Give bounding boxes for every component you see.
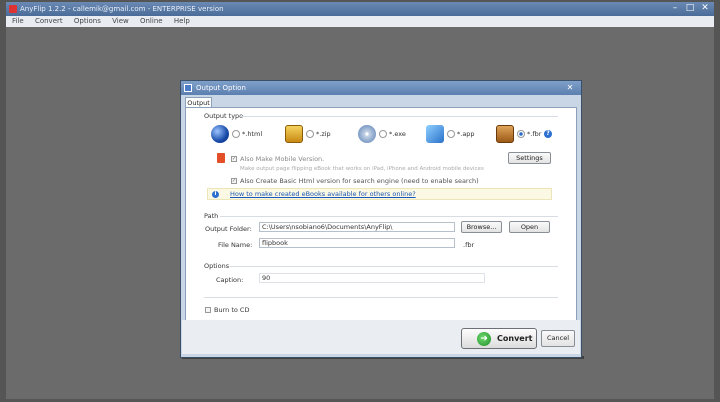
options-bottom-divider xyxy=(204,297,558,298)
app-titlebar: AnyFlip 1.2.2 - callemik@gmail.com - ENT… xyxy=(6,2,714,16)
basic-html-label: Also Create Basic Html version for searc… xyxy=(240,177,479,185)
book-icon xyxy=(496,125,514,143)
info-icon: i xyxy=(212,191,219,198)
exe-label: *.exe xyxy=(389,130,406,138)
radio-zip[interactable] xyxy=(306,130,314,138)
menu-bar: File Convert Options View Online Help xyxy=(6,16,714,27)
menu-convert[interactable]: Convert xyxy=(35,17,63,25)
cd-exe-icon xyxy=(358,125,376,143)
options-label: Options xyxy=(204,262,230,270)
convert-button[interactable]: ➜ Convert xyxy=(461,328,537,349)
html5-icon xyxy=(217,153,225,163)
radio-app[interactable] xyxy=(447,130,455,138)
menu-help[interactable]: Help xyxy=(174,17,190,25)
globe-icon xyxy=(211,125,229,143)
output-option-html[interactable]: *.html xyxy=(211,125,262,143)
file-extension: .fbr xyxy=(463,241,475,249)
menu-options[interactable]: Options xyxy=(74,17,101,25)
output-option-dialog: Output Option ✕ Output xyxy=(180,80,582,358)
html-label: *.html xyxy=(242,130,263,138)
burn-to-cd-label: Burn to CD xyxy=(214,306,250,314)
maximize-icon[interactable]: □ xyxy=(685,3,695,13)
caption-field[interactable]: 90 xyxy=(259,273,485,283)
path-divider xyxy=(220,216,558,217)
output-option-fbr[interactable]: *.fbr xyxy=(496,125,541,143)
radio-html[interactable] xyxy=(232,130,240,138)
mac-app-icon xyxy=(426,125,444,143)
radio-exe[interactable] xyxy=(379,130,387,138)
output-option-app[interactable]: *.app xyxy=(426,125,475,143)
window-controls: – □ ✕ xyxy=(670,3,710,13)
file-name-label: File Name: xyxy=(218,241,253,249)
output-option-zip[interactable]: *.zip xyxy=(285,125,331,143)
zip-label: *.zip xyxy=(316,130,331,138)
burn-to-cd-checkbox[interactable] xyxy=(205,307,211,313)
browse-button[interactable]: Browse... xyxy=(461,221,502,233)
dialog-titlebar: Output Option ✕ xyxy=(181,81,581,95)
mobile-version-hint: Make output page flipping eBook that wor… xyxy=(240,166,484,172)
path-label: Path xyxy=(204,212,219,220)
file-name-field[interactable]: flipbook xyxy=(259,238,455,248)
radio-fbr[interactable] xyxy=(517,130,525,138)
dialog-icon xyxy=(184,84,192,92)
info-bar: i How to make created eBooks available f… xyxy=(207,188,552,200)
dialog-title: Output Option xyxy=(196,84,246,92)
mobile-version-label: Also Make Mobile Version. xyxy=(240,155,325,163)
dialog-close-icon[interactable]: ✕ xyxy=(563,82,577,93)
close-icon[interactable]: ✕ xyxy=(700,3,710,13)
fbr-label: *.fbr xyxy=(527,130,542,138)
output-type-label: Output type xyxy=(204,112,244,120)
menu-file[interactable]: File xyxy=(12,17,24,25)
convert-arrow-icon: ➜ xyxy=(477,332,491,346)
output-folder-label: Output Folder: xyxy=(205,225,252,233)
output-type-divider xyxy=(240,116,558,117)
open-button[interactable]: Open xyxy=(509,221,550,233)
cancel-button[interactable]: Cancel xyxy=(541,330,575,347)
zip-archive-icon xyxy=(285,125,303,143)
options-divider xyxy=(230,266,558,267)
output-option-exe[interactable]: *.exe xyxy=(358,125,406,143)
online-ebooks-link[interactable]: How to make created eBooks available for… xyxy=(230,190,416,198)
basic-html-checkbox[interactable]: ✓ xyxy=(231,178,237,184)
app-label: *.app xyxy=(457,130,475,138)
app-title: AnyFlip 1.2.2 - callemik@gmail.com - ENT… xyxy=(20,5,224,13)
output-folder-field[interactable]: C:\Users\nsobiano6\Documents\AnyFlip\ xyxy=(259,222,455,232)
mobile-version-checkbox[interactable]: ✓ xyxy=(231,156,237,162)
settings-button[interactable]: Settings xyxy=(508,152,551,164)
minimize-icon[interactable]: – xyxy=(670,3,680,13)
help-icon[interactable]: ? xyxy=(544,130,552,138)
menu-view[interactable]: View xyxy=(112,17,129,25)
menu-online[interactable]: Online xyxy=(140,17,163,25)
anyflip-app-icon xyxy=(9,5,17,13)
caption-label: Caption: xyxy=(216,276,244,284)
convert-label: Convert xyxy=(497,334,533,343)
